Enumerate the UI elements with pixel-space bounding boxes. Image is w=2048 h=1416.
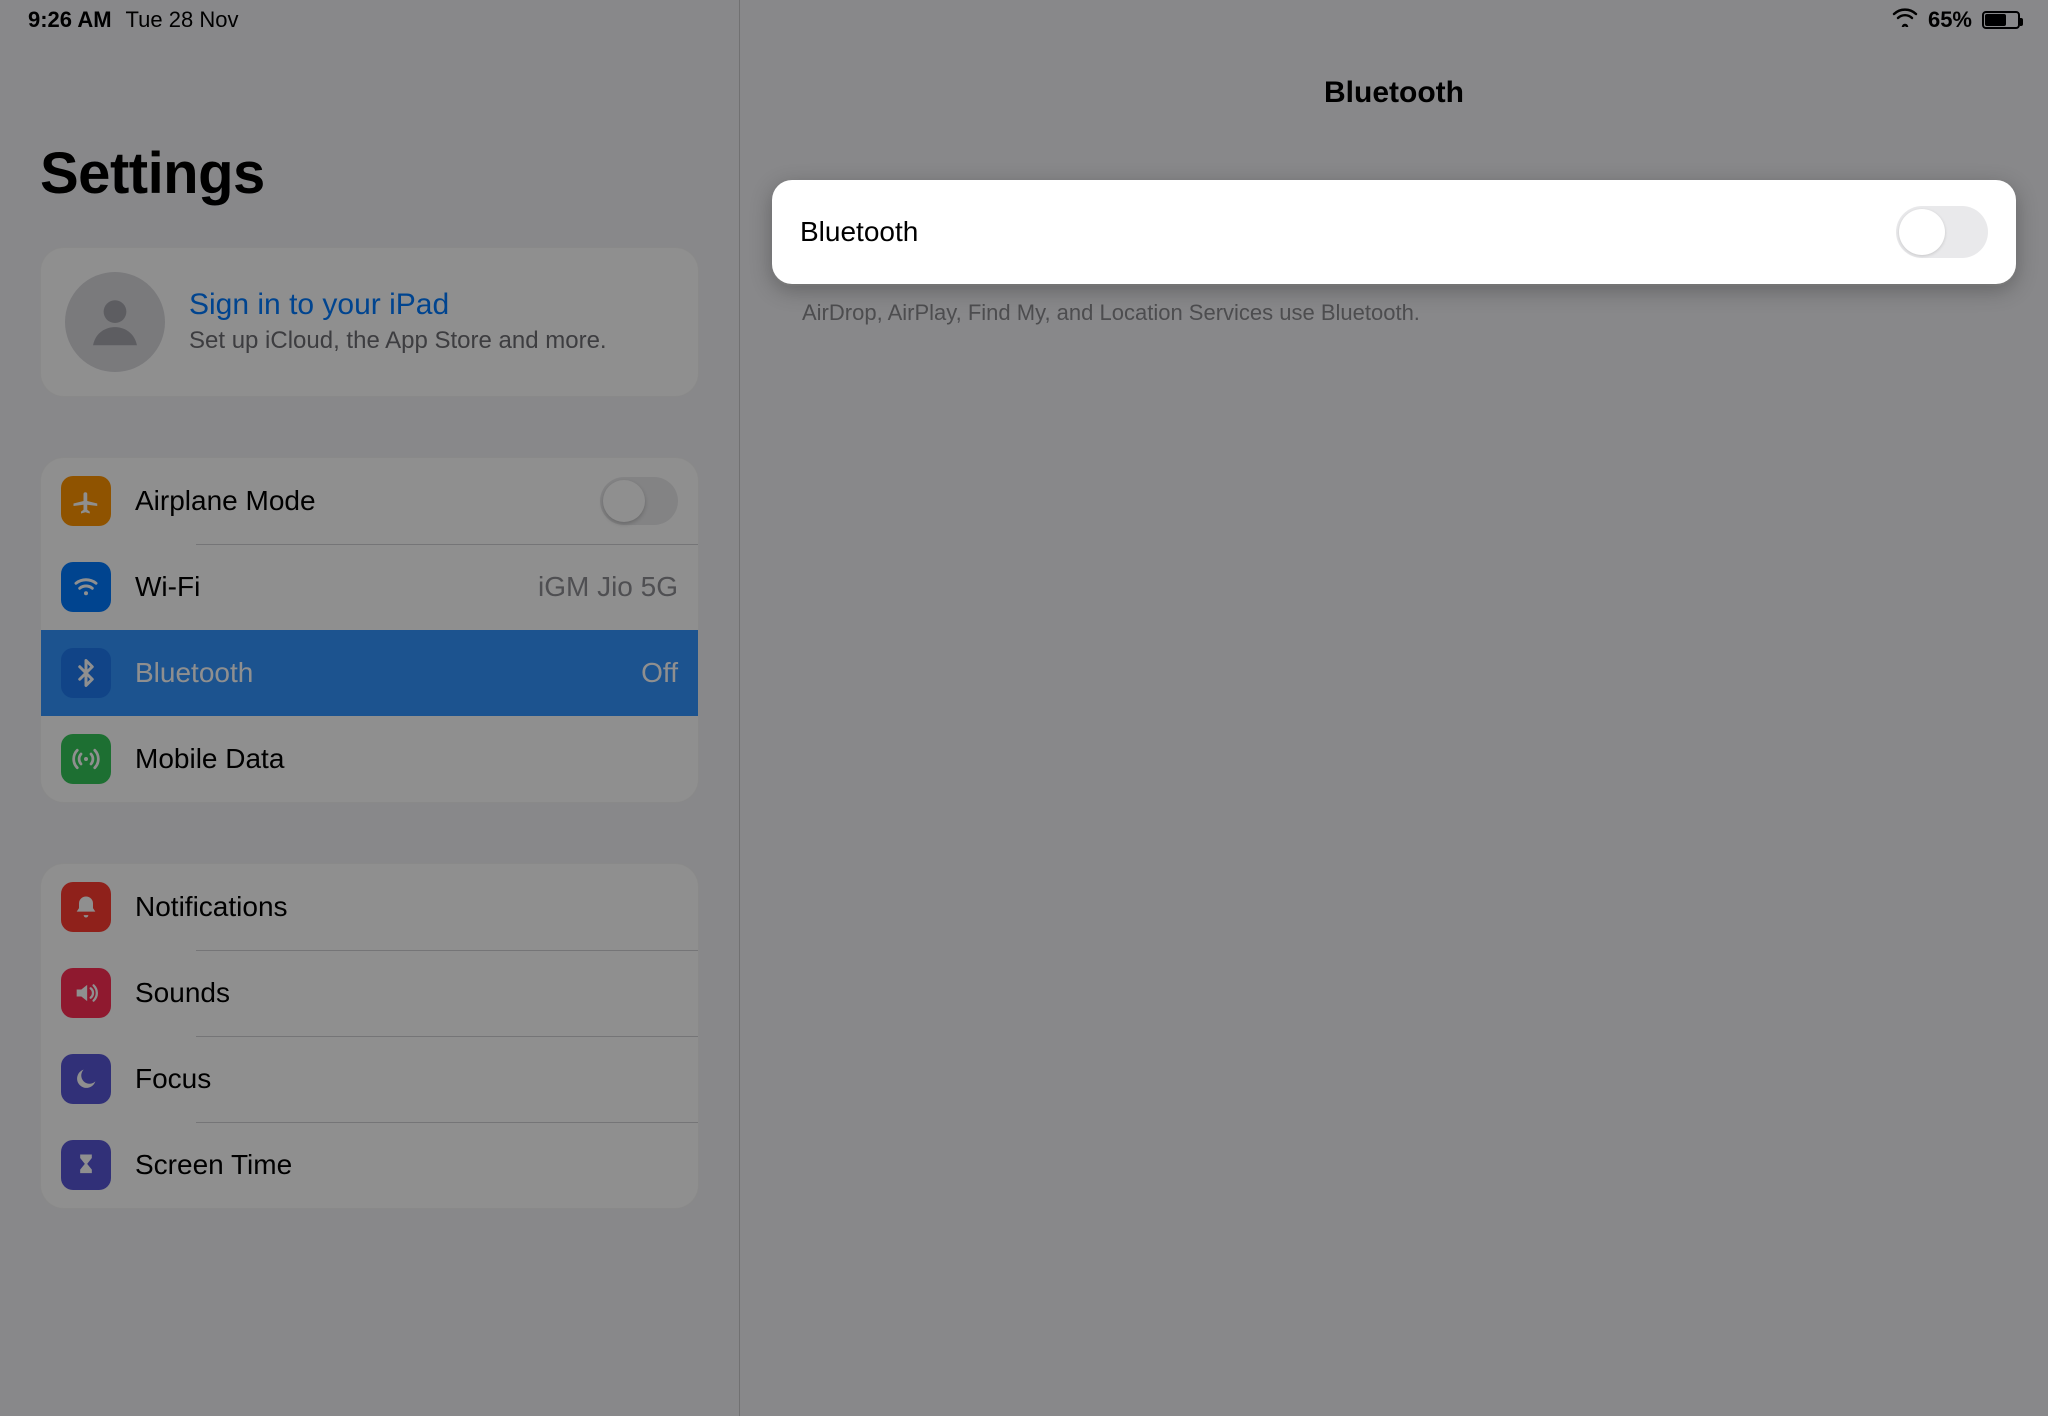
sidebar-item-bluetooth[interactable]: Bluetooth Off <box>41 630 698 716</box>
system-group: Notifications Sounds Focus Screen Time <box>40 863 699 1209</box>
sidebar-item-notifications[interactable]: Notifications <box>41 864 698 950</box>
wifi-value: iGM Jio 5G <box>538 571 678 603</box>
page-title: Settings <box>40 140 699 207</box>
row-label: Mobile Data <box>135 743 678 775</box>
sidebar-item-sounds[interactable]: Sounds <box>41 950 698 1036</box>
detail-footer: AirDrop, AirPlay, Find My, and Location … <box>772 286 2016 340</box>
settings-sidebar: Settings Sign in to your iPad Set up iCl… <box>0 0 740 1416</box>
row-label: Focus <box>135 1063 678 1095</box>
detail-row-label: Bluetooth <box>800 216 918 248</box>
status-time: 9:26 AM <box>28 7 112 33</box>
antenna-icon <box>61 734 111 784</box>
wifi-settings-icon <box>61 562 111 612</box>
signin-link[interactable]: Sign in to your iPad <box>189 288 449 321</box>
battery-pct: 65% <box>1928 7 1972 33</box>
bluetooth-icon <box>61 648 111 698</box>
avatar <box>65 272 165 372</box>
airplane-icon <box>61 476 111 526</box>
airplane-toggle[interactable] <box>600 477 678 525</box>
status-date: Tue 28 Nov <box>126 7 239 33</box>
detail-title: Bluetooth <box>740 76 2048 110</box>
row-label: Notifications <box>135 891 678 923</box>
bluetooth-value: Off <box>641 657 678 689</box>
sidebar-item-wifi[interactable]: Wi-Fi iGM Jio 5G <box>41 544 698 630</box>
row-label: Sounds <box>135 977 678 1009</box>
bluetooth-toggle[interactable] <box>1896 206 1988 258</box>
row-label: Airplane Mode <box>135 485 576 517</box>
bluetooth-toggle-row-highlighted[interactable]: Bluetooth <box>772 180 2016 284</box>
wifi-icon <box>1892 7 1918 33</box>
sidebar-item-airplane[interactable]: Airplane Mode <box>41 458 698 544</box>
sidebar-item-mobile-data[interactable]: Mobile Data <box>41 716 698 802</box>
status-bar: 9:26 AM Tue 28 Nov 65% <box>0 0 2048 40</box>
battery-icon <box>1982 11 2020 29</box>
sidebar-item-focus[interactable]: Focus <box>41 1036 698 1122</box>
row-label: Screen Time <box>135 1149 678 1181</box>
moon-icon <box>61 1054 111 1104</box>
signin-card[interactable]: Sign in to your iPad Set up iCloud, the … <box>40 247 699 397</box>
connectivity-group: Airplane Mode Wi-Fi iGM Jio 5G Bluetooth… <box>40 457 699 803</box>
hourglass-icon <box>61 1140 111 1190</box>
sidebar-item-screen-time[interactable]: Screen Time <box>41 1122 698 1208</box>
row-label: Bluetooth <box>135 657 617 689</box>
row-label: Wi-Fi <box>135 571 514 603</box>
signin-subtitle: Set up iCloud, the App Store and more. <box>189 326 607 356</box>
bell-icon <box>61 882 111 932</box>
speaker-icon <box>61 968 111 1018</box>
